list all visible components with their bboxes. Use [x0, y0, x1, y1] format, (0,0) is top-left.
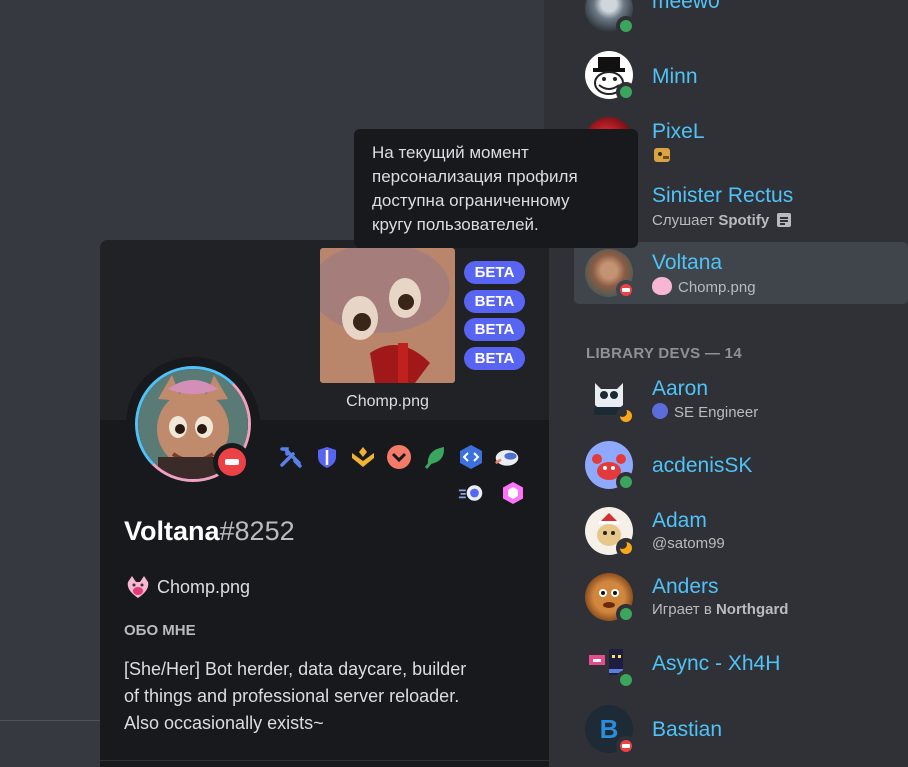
activity-prefix: Слушает — [652, 212, 719, 229]
status-dnd-icon — [616, 280, 636, 300]
hypesquad-balance-icon[interactable] — [350, 444, 376, 470]
beta-tooltip: На текущий момент персонализация профиля… — [354, 129, 638, 248]
activity-name: Spotify — [718, 212, 770, 229]
discriminator-text: #8252 — [219, 516, 295, 546]
member-item-adam[interactable]: Adam @satom99 — [574, 500, 908, 562]
leaf-icon[interactable] — [422, 444, 448, 470]
status-online-icon — [616, 670, 636, 690]
member-item-bastian[interactable]: B Bastian — [574, 698, 908, 760]
member-name: Sinister Rectus — [652, 184, 794, 207]
member-name: Adam — [652, 509, 707, 532]
member-item-minn[interactable]: Minn — [574, 44, 908, 106]
member-item-anders[interactable]: Anders Играет в Northgard — [574, 566, 908, 628]
member-item-voltana[interactable]: Voltana Chomp.png — [574, 242, 908, 304]
member-name: Minn — [652, 65, 698, 88]
speed-ring-icon[interactable] — [458, 480, 484, 506]
member-list: meew0 Minn PixeL Sinister Rectus Слушает… — [560, 0, 908, 767]
beta-badge: БЕТА — [464, 261, 525, 284]
about-line: Also occasionally exists~ — [124, 713, 324, 733]
avatar — [585, 249, 636, 300]
tooltip-line: персонализация профиля — [372, 167, 578, 186]
avatar — [585, 441, 636, 492]
tooltip-line: На текущий момент — [372, 143, 529, 162]
avatar — [585, 0, 636, 36]
member-name: meew0 — [652, 0, 720, 13]
beta-badge: BETA — [464, 318, 525, 341]
hexagon-icon[interactable] — [500, 480, 526, 506]
banner-image — [320, 248, 455, 383]
tooltip-line: кругу пользователей. — [372, 215, 539, 234]
code-icon[interactable] — [458, 444, 484, 470]
username-text: Voltana — [124, 516, 220, 546]
member-name: Voltana — [652, 251, 723, 274]
cat-emoji-icon — [652, 277, 672, 295]
member-item-acdenissk[interactable]: acdenisSK — [574, 434, 908, 496]
rich-presence-icon — [777, 213, 792, 227]
member-activity: SE Engineer — [652, 403, 758, 421]
cat-emoji-icon — [124, 574, 152, 602]
status-online-icon — [616, 472, 636, 492]
avatar: B — [585, 705, 636, 756]
chat-divider — [0, 720, 100, 721]
popout-divider — [100, 760, 549, 761]
tooltip-line: доступна ограниченному — [372, 191, 570, 210]
member-activity: Играет в Northgard — [652, 601, 788, 618]
members-section-header: LIBRARY DEVS — 14 — [586, 345, 742, 362]
user-profile-popout: Chomp.png БЕТА BETA BETA BETA Voltana#82… — [100, 240, 549, 767]
profile-status-dnd-icon — [213, 443, 251, 481]
avatar — [585, 507, 636, 558]
status-dnd-icon — [616, 736, 636, 756]
profile-username[interactable]: Voltana#8252 — [124, 516, 295, 547]
bot-icon[interactable] — [494, 444, 520, 470]
beta-badge: BETA — [464, 347, 525, 370]
member-name: acdenisSK — [652, 454, 753, 477]
rocket-icon — [652, 403, 668, 419]
bastian-logo-icon: B — [599, 713, 619, 744]
status-online-icon — [616, 16, 636, 36]
member-item-aaron[interactable]: Aaron SE Engineer — [574, 368, 908, 430]
member-activity: Chomp.png — [652, 277, 756, 296]
member-name: Bastian — [652, 718, 723, 741]
avatar — [585, 573, 636, 624]
status-online-icon — [616, 82, 636, 102]
member-activity: @satom99 — [652, 535, 725, 552]
custom-status-text: Chomp.png — [157, 576, 251, 597]
status-idle-icon — [616, 538, 636, 558]
member-item-async-xh4h[interactable]: Async - Xh4H — [574, 632, 908, 694]
about-me-heading: ОБО МНЕ — [124, 622, 196, 639]
chevron-badge-icon[interactable] — [386, 444, 412, 470]
beta-badge: BETA — [464, 290, 525, 313]
activity-name: Northgard — [715, 601, 789, 618]
about-line: of things and professional server reload… — [124, 686, 460, 706]
member-name: PixeL — [652, 120, 705, 143]
avatar — [585, 375, 636, 426]
activity-prefix: Играет в — [652, 601, 716, 618]
shield-icon[interactable] — [314, 444, 340, 470]
profile-custom-status: Chomp.png — [124, 574, 250, 602]
hammer-wrench-icon[interactable] — [278, 444, 304, 470]
banner-caption: Chomp.png — [346, 393, 429, 410]
about-line: [She/Her] Bot herder, data daycare, buil… — [124, 659, 467, 679]
member-activity: Слушает Spotify — [652, 212, 792, 229]
custom-status-text: SE Engineer — [674, 404, 759, 421]
member-name: Async - Xh4H — [652, 652, 781, 675]
about-me-text: [She/Her] Bot herder, data daycare, buil… — [124, 656, 534, 737]
member-name: Aaron — [652, 377, 709, 400]
status-idle-icon — [616, 406, 636, 426]
member-item-meew0[interactable]: meew0 — [574, 0, 908, 40]
member-activity-emoji-icon — [652, 144, 674, 168]
status-online-icon — [616, 604, 636, 624]
avatar — [585, 51, 636, 102]
custom-status-text: Chomp.png — [678, 279, 756, 296]
member-name: Anders — [652, 575, 719, 598]
avatar — [585, 639, 636, 690]
